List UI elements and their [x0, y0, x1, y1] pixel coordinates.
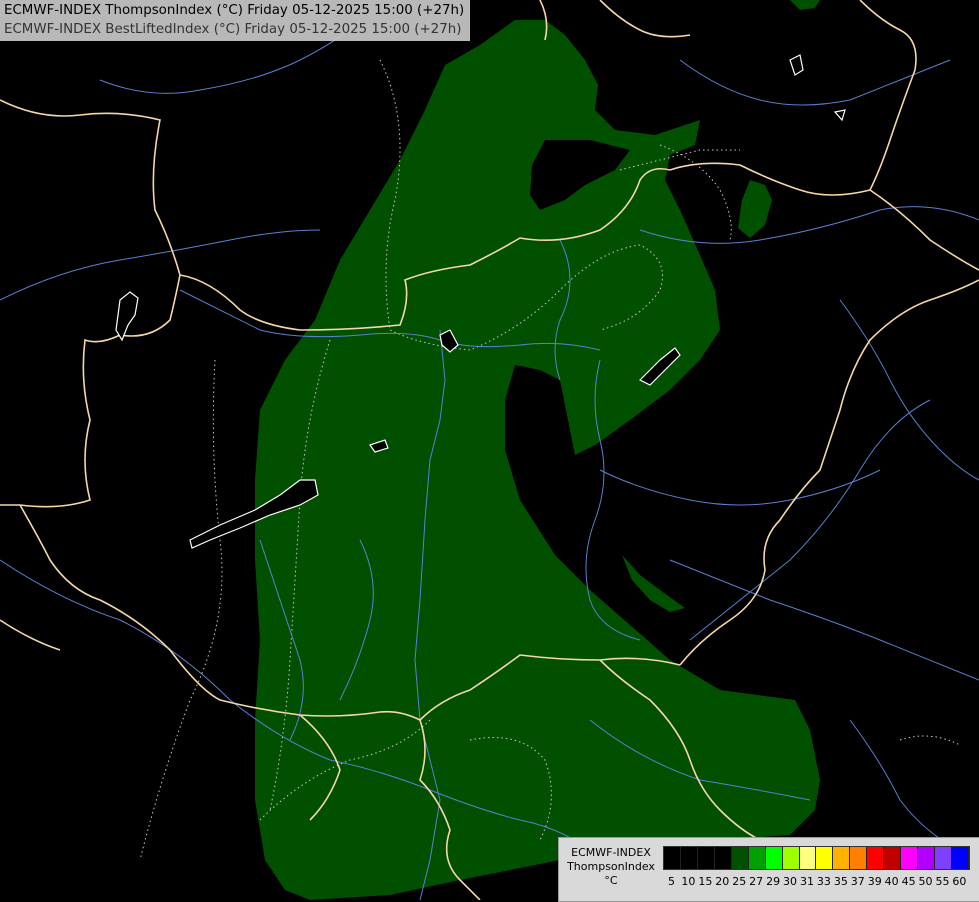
legend-swatch: [782, 847, 800, 869]
weather-map: [0, 0, 979, 900]
legend-tick: 40: [884, 875, 899, 888]
legend-tick: 31: [799, 875, 814, 888]
legend-tick: 50: [918, 875, 933, 888]
legend-swatch: [867, 847, 885, 869]
legend-swatch: [748, 847, 766, 869]
legend-swatch: [664, 847, 681, 869]
legend-tick: 33: [816, 875, 831, 888]
legend-swatch: [765, 847, 783, 869]
legend-tick: 37: [850, 875, 865, 888]
legend-tick: 25: [732, 875, 747, 888]
legend-swatch: [935, 847, 952, 869]
legend-tick: 55: [935, 875, 950, 888]
legend-param: ThompsonIndex: [567, 860, 655, 873]
legend-swatch: [799, 847, 817, 869]
legend-unit: °C: [604, 874, 618, 887]
legend-swatch: [884, 847, 902, 869]
legend-swatch: [697, 847, 715, 869]
legend-swatch: [680, 847, 698, 869]
map-title: ECMWF-INDEX ThompsonIndex (°C) Friday 05…: [0, 0, 471, 41]
legend-tick: 60: [952, 875, 967, 888]
legend-tick-labels: 5 10 15 20 25 27 29 30 31 33 35 37 39 40 45 50 55 60: [663, 875, 968, 888]
legend-swatch: [951, 847, 969, 869]
legend-tick: 29: [766, 875, 781, 888]
legend-tick: 15: [698, 875, 713, 888]
legend-model: ECMWF-INDEX: [571, 846, 651, 859]
legend-swatch: [918, 847, 935, 869]
legend-swatch: [816, 847, 834, 869]
legend-tick: 10: [681, 875, 696, 888]
legend-tick: 20: [715, 875, 730, 888]
legend-label: ECMWF-INDEX ThompsonIndex °C: [563, 846, 659, 888]
title-line-thompson: ECMWF-INDEX ThompsonIndex (°C) Friday 05…: [4, 3, 465, 18]
legend-swatch: [833, 847, 851, 869]
legend-swatch: [731, 847, 749, 869]
legend-tick: 30: [783, 875, 798, 888]
legend-tick: 27: [749, 875, 764, 888]
legend-swatch: [901, 847, 919, 869]
legend-swatch: [714, 847, 732, 869]
legend-tick: 39: [867, 875, 882, 888]
legend-swatch: [850, 847, 868, 869]
legend-tick: 5: [667, 875, 675, 888]
legend-tick: 35: [833, 875, 848, 888]
color-legend: ECMWF-INDEX ThompsonIndex °C 5 10 15 20 25 27…: [558, 837, 979, 902]
legend-color-bar: [663, 846, 970, 870]
legend-tick: 45: [901, 875, 916, 888]
title-line-bestlifted: ECMWF-INDEX BestLiftedIndex (°C) Friday …: [4, 22, 462, 37]
